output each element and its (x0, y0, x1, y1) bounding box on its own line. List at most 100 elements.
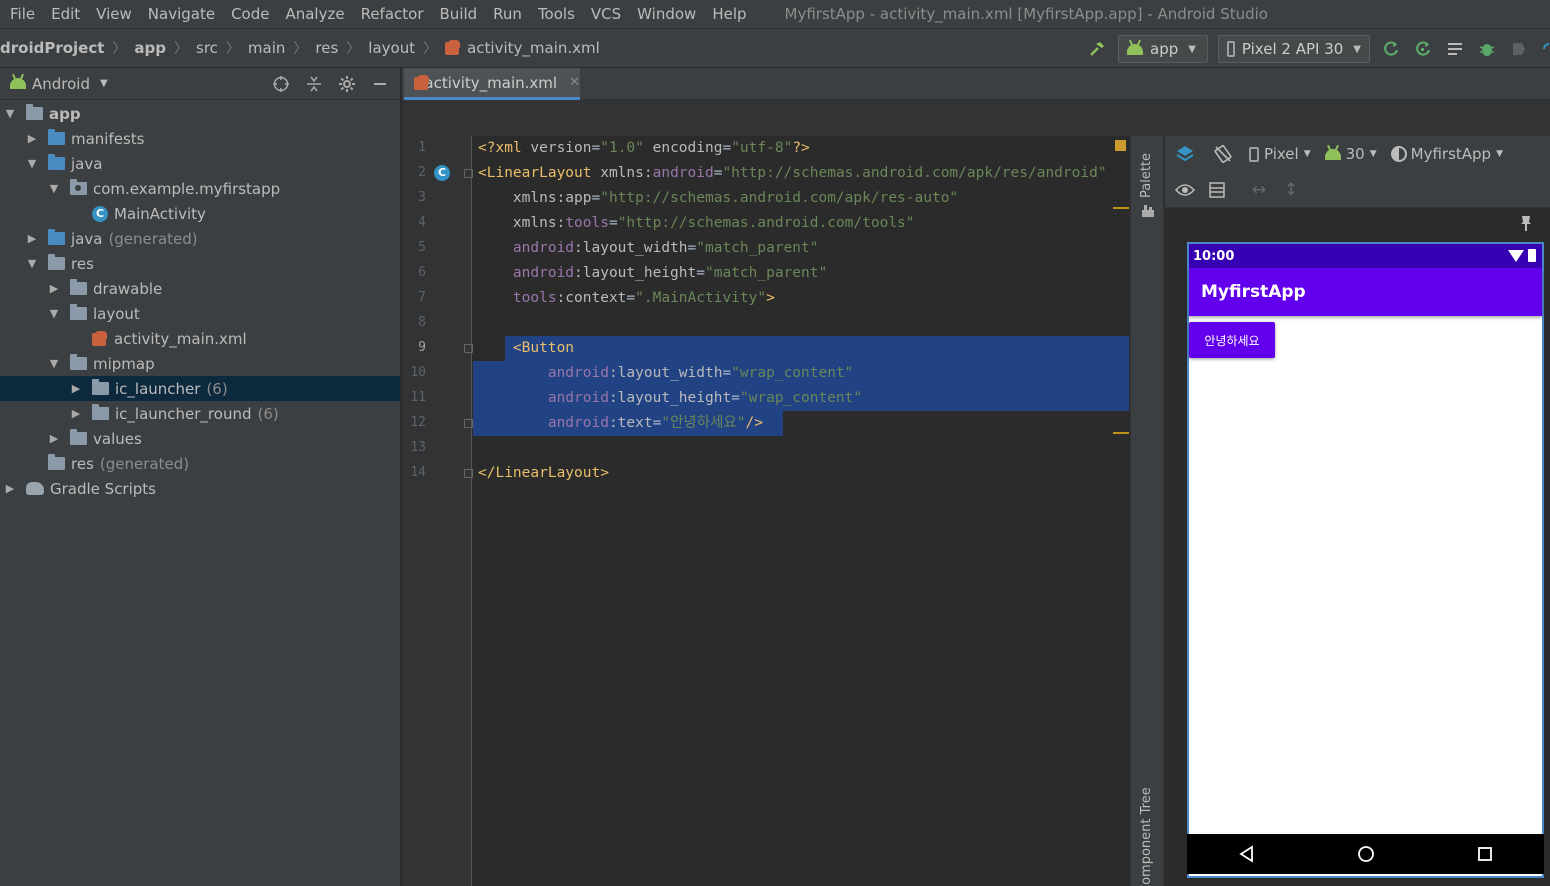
breadcrumb-layout[interactable]: layout (368, 39, 415, 57)
breadcrumb-project[interactable]: droidProject (0, 39, 104, 57)
menu-view[interactable]: View (88, 0, 140, 28)
recents-icon[interactable] (1477, 846, 1493, 862)
eye-icon[interactable] (1173, 178, 1197, 202)
tree-item[interactable]: ▶ manifests (0, 126, 400, 151)
gear-icon[interactable] (335, 72, 359, 96)
phone-preview[interactable]: 10:00 MyfirstApp 안녕하세요 (1187, 242, 1544, 878)
sync-icon[interactable] (1540, 38, 1550, 60)
menu-vcs[interactable]: VCS (583, 0, 629, 28)
pin-icon[interactable] (1519, 214, 1533, 236)
component-tree-tab[interactable]: Component Tree (1139, 787, 1154, 886)
tree-item-label: res (71, 254, 94, 273)
fold-marker-icon[interactable] (464, 419, 473, 428)
expand-right-icon[interactable]: ▶ (48, 282, 60, 295)
expand-down-icon[interactable]: ▼ (4, 107, 16, 120)
orientation-icon[interactable] (1211, 142, 1235, 166)
expand-down-icon[interactable]: ▼ (48, 357, 60, 370)
window-title: MyfirstApp - activity_main.xml [MyfirstA… (784, 5, 1268, 23)
tree-item[interactable]: ▶ ic_launcher_round (6) (0, 401, 400, 426)
back-icon[interactable] (1238, 845, 1256, 863)
expand-down-icon[interactable]: ▼ (26, 157, 38, 170)
breadcrumb-src[interactable]: src (196, 39, 218, 57)
menu-navigate[interactable]: Navigate (140, 0, 223, 28)
code-editor[interactable]: <?xml version="1.0" encoding="utf-8"?> <L… (473, 136, 1129, 886)
menu-window[interactable]: Window (629, 0, 704, 28)
expand-right-icon[interactable]: ▶ (26, 232, 38, 245)
home-icon[interactable] (1357, 845, 1375, 863)
theme-selector[interactable]: MyfirstApp ▼ (1390, 145, 1503, 163)
tree-item[interactable]: ▼ layout (0, 301, 400, 326)
close-icon[interactable]: ✕ (569, 75, 580, 90)
warning-marker[interactable] (1113, 207, 1129, 209)
expand-down-icon[interactable]: ▼ (48, 307, 60, 320)
tree-item[interactable]: ▶ values (0, 426, 400, 451)
palette-tab[interactable]: Palette (1139, 153, 1154, 198)
tree-item[interactable]: C MainActivity (0, 201, 400, 226)
breadcrumb-main[interactable]: main (248, 39, 285, 57)
device-selector[interactable]: Pixel ▼ (1249, 145, 1311, 163)
breadcrumb-res[interactable]: res (315, 39, 338, 57)
code-line: </LinearLayout> (478, 461, 609, 486)
hide-panel-icon[interactable] (368, 72, 392, 96)
menu-edit[interactable]: Edit (43, 0, 88, 28)
menu-help[interactable]: Help (704, 0, 754, 28)
expand-right-icon[interactable]: ▶ (70, 382, 82, 395)
breadcrumb-app[interactable]: app (134, 39, 166, 57)
expand-right-icon[interactable]: ▶ (48, 432, 60, 445)
hammer-icon[interactable] (1086, 38, 1108, 60)
menu-file[interactable]: File (0, 0, 43, 28)
layers-icon[interactable] (1173, 142, 1197, 166)
inspection-status-icon[interactable] (1115, 140, 1126, 151)
tab-activity-main-xml[interactable]: activity_main.xml ✕ (404, 68, 580, 100)
chevron-down-icon[interactable]: ▼ (100, 78, 108, 89)
menu-run[interactable]: Run (485, 0, 530, 28)
apply-changes-icon[interactable] (1380, 38, 1402, 60)
expand-right-icon[interactable]: ▶ (4, 482, 16, 495)
fold-marker-icon[interactable] (464, 169, 473, 178)
horizontal-resize-icon[interactable]: ↔ (1247, 178, 1271, 202)
device-dropdown[interactable]: Pixel 2 API 30 ▼ (1218, 35, 1370, 63)
expand-right-icon[interactable]: ▶ (70, 407, 82, 420)
coverage-icon[interactable] (1444, 38, 1466, 60)
profile-icon[interactable] (1508, 38, 1530, 60)
menu-code[interactable]: Code (223, 0, 277, 28)
menu-analyze[interactable]: Analyze (277, 0, 352, 28)
locate-file-icon[interactable] (269, 72, 293, 96)
code-line: android:layout_width="wrap_content" (478, 361, 854, 386)
tree-item[interactable]: ▶ Gradle Scripts (0, 476, 400, 501)
run-config-dropdown[interactable]: app ▼ (1118, 35, 1208, 63)
tree-item[interactable]: activity_main.xml (0, 326, 400, 351)
menu-refactor[interactable]: Refactor (353, 0, 432, 28)
breadcrumb-file[interactable]: activity_main.xml (445, 39, 600, 57)
expand-down-icon[interactable]: ▼ (48, 182, 60, 195)
tree-item[interactable]: ▼ app (0, 101, 400, 126)
tree-item[interactable]: ▼ com.example.myfirstapp (0, 176, 400, 201)
expand-right-icon[interactable]: ▶ (26, 132, 38, 145)
warning-marker[interactable] (1113, 432, 1129, 434)
tree-item[interactable]: ▼ java (0, 151, 400, 176)
expand-down-icon[interactable]: ▼ (26, 257, 38, 270)
breadcrumb-separator-icon: 〉 (346, 41, 361, 57)
tree-item[interactable]: ▼ res (0, 251, 400, 276)
tree-item[interactable]: ▶ java (generated) (0, 226, 400, 251)
collapse-all-icon[interactable] (302, 72, 326, 96)
class-gutter-icon[interactable]: C (434, 165, 450, 181)
preview-hello-button[interactable]: 안녕하세요 (1189, 322, 1275, 358)
tree-item[interactable]: ▶ ic_launcher (6) (0, 376, 400, 401)
menu-build[interactable]: Build (432, 0, 486, 28)
debug-icon[interactable] (1476, 38, 1498, 60)
apply-code-changes-icon[interactable] (1412, 38, 1434, 60)
menu-tools[interactable]: Tools (530, 0, 583, 28)
tree-item[interactable]: ▼ mipmap (0, 351, 400, 376)
navigation-bar: droidProject 〉 app 〉 src 〉 main 〉 res 〉 … (0, 28, 1550, 68)
fold-marker-icon[interactable] (464, 344, 473, 353)
api-selector[interactable]: 30 ▼ (1324, 145, 1377, 163)
phone-icon (1227, 41, 1235, 57)
vertical-resize-icon[interactable]: ↕ (1279, 178, 1303, 202)
tree-item[interactable]: ▶ drawable (0, 276, 400, 301)
project-view-selector[interactable]: Android (32, 75, 90, 93)
blueprint-icon[interactable] (1205, 178, 1229, 202)
code-token: android (652, 165, 714, 181)
fold-marker-icon[interactable] (464, 469, 473, 478)
tree-item[interactable]: res (generated) (0, 451, 400, 476)
